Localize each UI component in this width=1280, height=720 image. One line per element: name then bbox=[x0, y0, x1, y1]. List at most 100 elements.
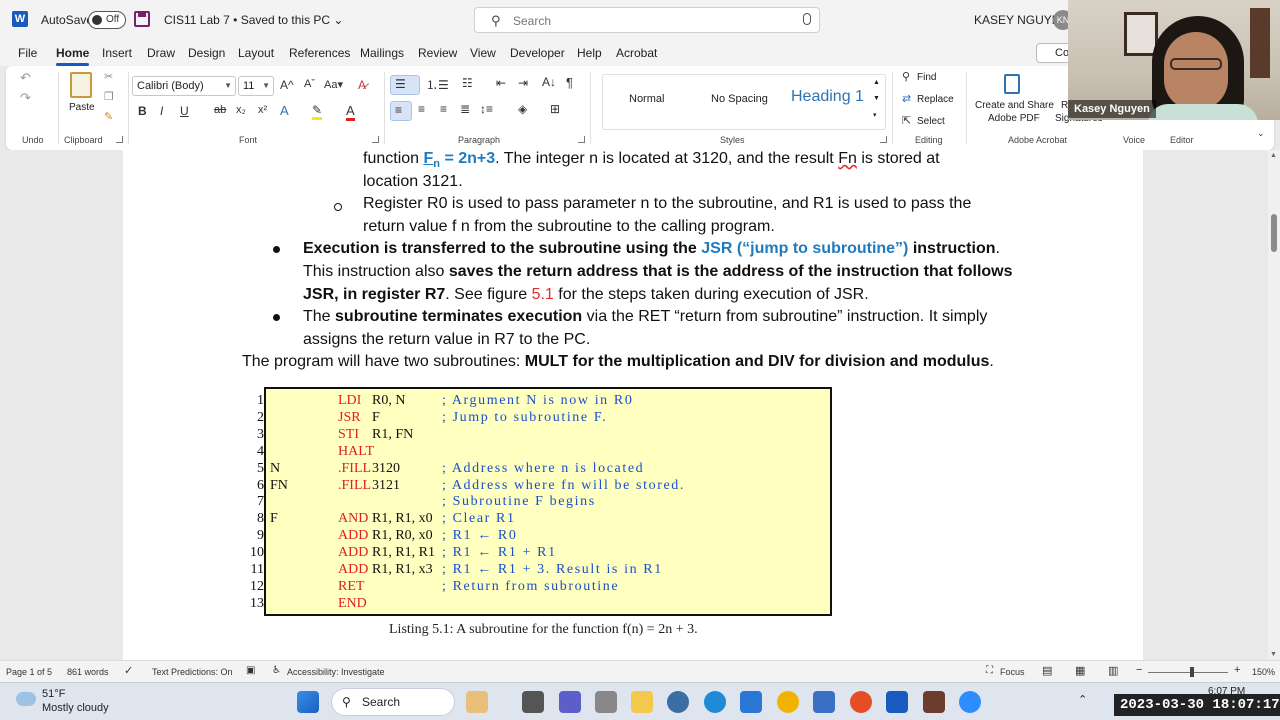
subscript-icon[interactable]: x₂ bbox=[236, 104, 246, 116]
task-view-icon[interactable] bbox=[522, 691, 544, 713]
chevron-up-icon[interactable]: ⌃ bbox=[1078, 693, 1087, 706]
tab-draw[interactable]: Draw bbox=[147, 46, 175, 60]
zoom-slider-thumb[interactable] bbox=[1190, 667, 1194, 677]
accessibility-status[interactable]: Accessibility: Investigate bbox=[287, 667, 385, 677]
read-mode-icon[interactable]: ▤ bbox=[1042, 664, 1052, 677]
collapse-ribbon-icon[interactable]: ⌄ bbox=[1257, 128, 1265, 139]
grow-font-icon[interactable]: A^ bbox=[280, 78, 294, 92]
align-right-icon[interactable]: ≡ bbox=[440, 102, 447, 116]
scroll-up-icon[interactable]: ▲ bbox=[1270, 152, 1277, 159]
replace-button[interactable]: Replace bbox=[917, 94, 954, 105]
create-pdf-icon[interactable] bbox=[1004, 74, 1020, 94]
file-explorer-icon[interactable] bbox=[631, 691, 653, 713]
save-icon[interactable] bbox=[134, 11, 150, 27]
style-normal[interactable]: Normal bbox=[629, 93, 664, 105]
scroll-down-icon[interactable]: ▼ bbox=[1270, 651, 1277, 658]
styles-scroll[interactable]: ▲ ▼ ▾ bbox=[873, 79, 885, 129]
proofing-icon[interactable]: ✓ bbox=[124, 664, 133, 677]
word-count[interactable]: 861 words bbox=[67, 667, 109, 677]
tab-layout[interactable]: Layout bbox=[238, 46, 274, 60]
search-box[interactable]: ⚲ bbox=[474, 7, 820, 33]
find-button[interactable]: Find bbox=[917, 72, 936, 83]
chrome-icon[interactable] bbox=[777, 691, 799, 713]
font-size-select[interactable]: 11 ▼ bbox=[238, 76, 274, 96]
underline-icon[interactable]: U bbox=[180, 104, 189, 118]
shading-icon[interactable]: ◈ bbox=[518, 102, 527, 116]
chrome-icon[interactable] bbox=[850, 691, 872, 713]
align-center-icon[interactable]: ≡ bbox=[418, 102, 425, 116]
document-area[interactable]: function Fn = 2n+3. The integer n is loc… bbox=[0, 150, 1268, 660]
numbering-icon[interactable]: ⒈☰ bbox=[426, 76, 449, 93]
style-heading-1[interactable]: Heading 1 bbox=[791, 88, 864, 106]
autosave-toggle[interactable]: Off bbox=[88, 11, 126, 29]
shrink-font-icon[interactable]: Aˇ bbox=[304, 78, 315, 90]
web-layout-icon[interactable]: ▥ bbox=[1108, 664, 1118, 677]
focus-mode[interactable]: Focus bbox=[1000, 667, 1025, 677]
chevron-down-icon[interactable]: ▼ bbox=[873, 95, 880, 102]
style-no-spacing[interactable]: No Spacing bbox=[711, 93, 768, 105]
print-layout-icon[interactable]: ▦ bbox=[1075, 664, 1085, 677]
zoom-out-icon[interactable]: − bbox=[1136, 664, 1142, 676]
app-icon[interactable] bbox=[595, 691, 617, 713]
teams-icon[interactable] bbox=[559, 691, 581, 713]
page-count[interactable]: Page 1 of 5 bbox=[6, 667, 52, 677]
tab-design[interactable]: Design bbox=[188, 46, 225, 60]
decrease-indent-icon[interactable]: ⇤ bbox=[496, 76, 506, 90]
tab-references[interactable]: References bbox=[289, 46, 350, 60]
more-styles-icon[interactable]: ▾ bbox=[873, 111, 877, 119]
create-share-label-1[interactable]: Create and Share bbox=[975, 100, 1054, 111]
clipboard-launcher-icon[interactable] bbox=[116, 136, 123, 143]
app-icon[interactable] bbox=[923, 691, 945, 713]
tab-mailings[interactable]: Mailings bbox=[360, 46, 404, 60]
font-color-icon[interactable]: A bbox=[346, 103, 355, 121]
figure-reference[interactable]: 5.1 bbox=[532, 286, 554, 303]
macro-icon[interactable]: ▣ bbox=[246, 665, 255, 676]
widgets-icon[interactable] bbox=[466, 691, 488, 713]
styles-launcher-icon[interactable] bbox=[880, 136, 887, 143]
justify-icon[interactable]: ≣ bbox=[460, 102, 470, 116]
highlight-icon[interactable]: ✎ bbox=[312, 103, 323, 120]
text-effects-icon[interactable]: A bbox=[280, 103, 289, 118]
tab-view[interactable]: View bbox=[470, 46, 496, 60]
document-page[interactable]: function Fn = 2n+3. The integer n is loc… bbox=[123, 150, 1143, 660]
tab-acrobat[interactable]: Acrobat bbox=[616, 46, 657, 60]
tab-home[interactable]: Home bbox=[56, 46, 90, 66]
zoom-slider[interactable] bbox=[1148, 672, 1228, 673]
multilevel-list-icon[interactable]: ☷ bbox=[462, 76, 473, 90]
redo-icon[interactable]: ↷ bbox=[20, 90, 31, 106]
zoom-in-icon[interactable]: + bbox=[1234, 664, 1240, 676]
strikethrough-icon[interactable]: ab bbox=[214, 104, 226, 116]
start-button-icon[interactable] bbox=[297, 691, 319, 713]
taskbar-search[interactable]: ⚲ Search bbox=[331, 688, 455, 716]
italic-icon[interactable]: I bbox=[160, 104, 163, 118]
word-taskbar-icon[interactable] bbox=[886, 691, 908, 713]
tab-developer[interactable]: Developer bbox=[510, 46, 565, 60]
create-share-label-2[interactable]: Adobe PDF bbox=[988, 113, 1040, 124]
undo-icon[interactable]: ↶ bbox=[20, 70, 31, 86]
superscript-icon[interactable]: x² bbox=[258, 104, 267, 116]
app-icon[interactable] bbox=[667, 691, 689, 713]
mail-icon[interactable] bbox=[740, 691, 762, 713]
chevron-up-icon[interactable]: ▲ bbox=[873, 79, 880, 86]
vertical-scrollbar[interactable]: ▲ ▼ bbox=[1268, 150, 1280, 660]
line-spacing-icon[interactable]: ↕≡ bbox=[480, 102, 493, 116]
paste-icon[interactable] bbox=[70, 72, 92, 98]
microphone-icon[interactable] bbox=[803, 13, 811, 25]
tab-help[interactable]: Help bbox=[577, 46, 602, 60]
document-title[interactable]: CIS11 Lab 7 • Saved to this PC ⌄ bbox=[164, 13, 343, 27]
align-left-button[interactable]: ≡ bbox=[390, 101, 412, 121]
search-input[interactable] bbox=[513, 12, 773, 30]
font-launcher-icon[interactable] bbox=[372, 136, 379, 143]
change-case-icon[interactable]: Aa▾ bbox=[324, 78, 343, 91]
zoom-level[interactable]: 150% bbox=[1252, 667, 1275, 677]
select-button[interactable]: Select bbox=[917, 116, 945, 127]
bullets-button[interactable]: ☰ bbox=[390, 75, 420, 95]
tab-file[interactable]: File bbox=[18, 46, 37, 60]
paragraph-launcher-icon[interactable] bbox=[578, 136, 585, 143]
font-name-select[interactable]: Calibri (Body) ▼ bbox=[132, 76, 236, 96]
show-formatting-icon[interactable]: ¶ bbox=[566, 75, 573, 90]
zoom-icon[interactable] bbox=[959, 691, 981, 713]
tab-insert[interactable]: Insert bbox=[102, 46, 132, 60]
scrollbar-thumb[interactable] bbox=[1271, 214, 1277, 252]
format-painter-icon[interactable]: ✎ bbox=[104, 110, 113, 123]
